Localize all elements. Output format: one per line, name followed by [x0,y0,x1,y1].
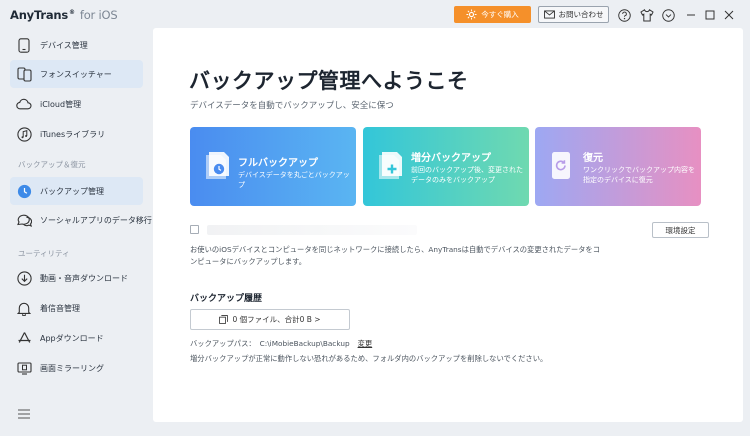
sidebar-item-device-manager[interactable]: デバイス管理 [10,31,143,59]
auto-backup-label-placeholder [207,225,417,235]
chat-icon [16,212,32,228]
page-title: バックアップ管理へようこそ [189,69,469,93]
full-backup-title: フルバックアップ [238,158,318,169]
sidebar-item-social-app-transfer[interactable]: ソーシャルアプリのデータ移行 [10,206,152,234]
restore-desc: ワンクリックでバックアップ内容を指定のデバイスに復元 [583,166,695,184]
sidebar-item-backup-manager[interactable]: バックアップ管理 [10,177,143,205]
help-icon[interactable] [617,8,631,22]
device-icon [16,37,32,53]
title-bar: AnyTrans® for iOS 今すぐ購入 お問い合わせ [0,0,750,30]
section-backup-restore: バックアップ＆復元 [18,160,86,169]
tshirt-icon[interactable] [640,8,654,22]
sidebar-item-media-download[interactable]: 動画・音声ダウンロード [10,264,143,292]
incremental-backup-title: 増分バックアップ [411,153,491,164]
download-icon [16,270,32,286]
full-backup-icon [206,152,229,179]
app-store-icon [16,330,32,346]
sidebar-item-phone-switcher[interactable]: フォンスイッチャー [10,60,143,88]
change-path-link[interactable]: 変更 [358,339,373,349]
maximize-icon[interactable] [703,8,717,22]
full-backup-card[interactable]: フルバックアップ デバイスデータを丸ごとバックアップ [190,127,356,206]
page-subtitle: デバイスデータを自動でバックアップし、安全に保つ [190,101,394,111]
mail-icon [543,10,555,19]
backup-warning: 増分バックアップが正常に動作しない恐れがあるため、フォルダ内のバックアップを削除… [190,354,548,363]
bell-icon [16,300,32,316]
restore-icon [552,152,570,179]
chevron-down-icon[interactable] [661,8,675,22]
sidebar: デバイス管理 フォンスイッチャー iCloud管理 iTunesライブラリ バッ… [0,30,152,436]
sidebar-item-icloud[interactable]: iCloud管理 [10,90,143,118]
main-panel: バックアップ管理へようこそ デバイスデータを自動でバックアップし、安全に保つ フ… [153,28,743,422]
wifi-backup-description: お使いのiOSデバイスとコンピュータを同じネットワークに接続したら、AnyTra… [190,245,601,266]
sidebar-item-app-download[interactable]: Appダウンロード [10,324,143,352]
backup-history-button[interactable]: 0 個ファイル、合計0 B > [190,309,350,330]
app-title: AnyTrans® for iOS [10,8,118,22]
full-backup-desc: デバイスデータを丸ごとバックアップ [238,171,350,189]
hamburger-menu-icon[interactable] [17,408,31,420]
backup-path-label: バックアップパス： [190,339,256,348]
sidebar-item-screen-mirroring[interactable]: 画面ミラーリング [10,354,143,382]
preferences-button[interactable]: 環境設定 [652,222,709,238]
cloud-icon [16,96,32,112]
section-utilities: ユーティリティ [18,249,70,258]
incremental-backup-icon [379,152,402,179]
backup-path-row: バックアップパス： C:\iMobieBackup\Backup 変更 [190,339,372,349]
music-icon [16,126,32,142]
files-icon [219,315,229,324]
incremental-backup-card[interactable]: 増分バックアップ 前回のバックアップ後、変更されたデータのみをバックアップ [363,127,529,206]
sidebar-item-ringtone[interactable]: 着信音管理 [10,294,143,322]
backup-path-value: C:\iMobieBackup\Backup [259,339,350,348]
minimize-icon[interactable] [684,8,698,22]
close-icon[interactable] [722,8,736,22]
contact-button[interactable]: お問い合わせ [538,6,609,23]
auto-backup-checkbox[interactable] [190,225,199,234]
sidebar-item-itunes[interactable]: iTunesライブラリ [10,120,143,148]
phone-switch-icon [16,66,32,82]
backup-history-title: バックアップ履歴 [190,294,263,304]
restore-title: 復元 [583,153,603,164]
incremental-backup-desc: 前回のバックアップ後、変更されたデータのみをバックアップ [411,166,523,184]
sparkle-icon [466,9,477,20]
clock-backup-icon [16,183,32,199]
restore-card[interactable]: 復元 ワンクリックでバックアップ内容を指定のデバイスに復元 [535,127,701,206]
buy-now-button[interactable]: 今すぐ購入 [454,6,531,23]
screen-mirror-icon [16,360,32,376]
